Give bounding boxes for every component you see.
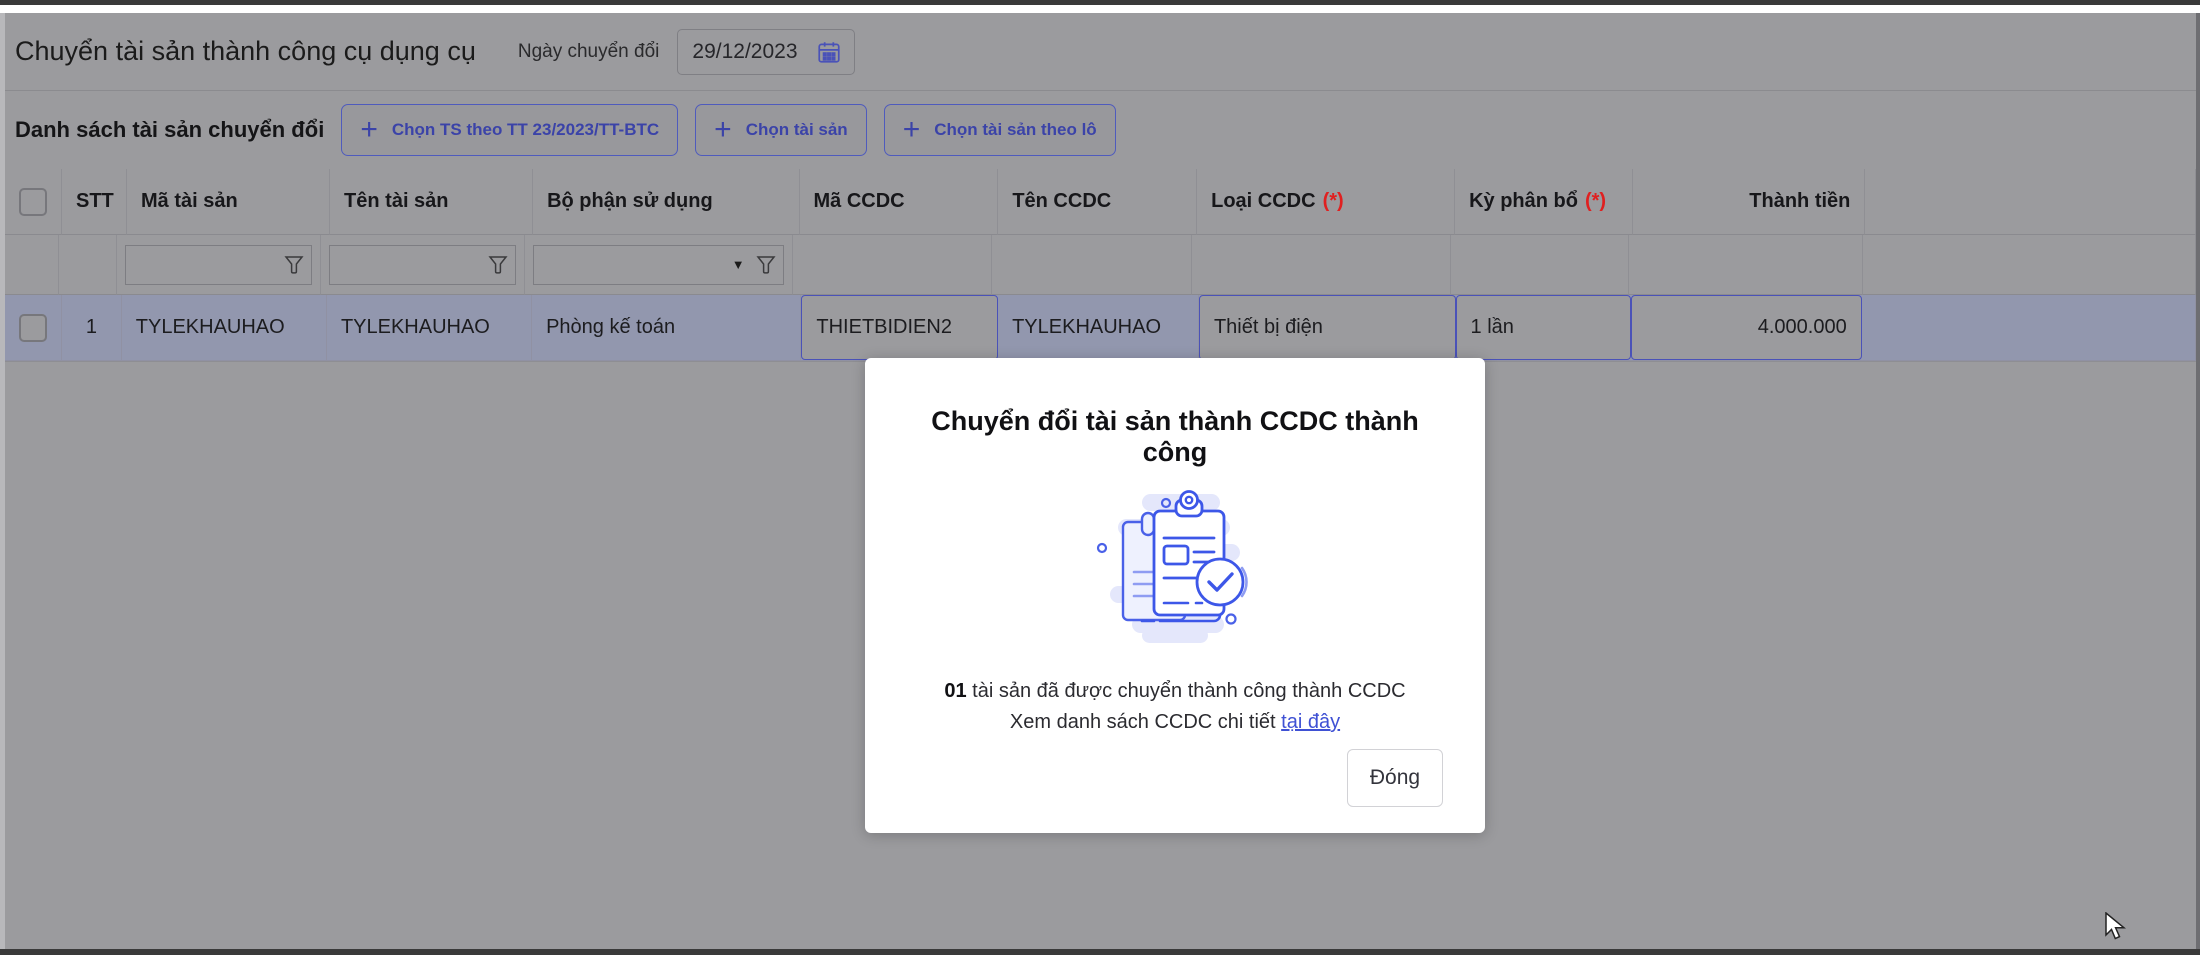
row-checkbox[interactable] [19,314,47,342]
funnel-icon[interactable] [755,253,777,277]
view-ccdc-list-link[interactable]: tại đây [1281,711,1340,733]
cell-loai-ccdc[interactable]: Thiết bị điện [1199,295,1456,361]
table-header-ma-tai-san[interactable]: Mã tài sản [127,169,330,235]
filter-cell-ten-ccdc [992,235,1192,295]
dialog-message: 01 tài sản đã được chuyển thành công thà… [907,676,1443,738]
window-white-strip [0,5,2200,13]
table-header-stt: STT [62,169,127,235]
ten-tai-san-filter-input[interactable] [329,245,516,285]
mouse-pointer-icon [2104,912,2126,942]
ma-tai-san-filter-input[interactable] [125,245,312,285]
window-right-edge [2196,13,2200,949]
table-header-ma-ccdc[interactable]: Mã CCDC [800,169,999,235]
select-assets-tt23-button[interactable]: + Chọn TS theo TT 23/2023/TT-BTC [341,104,678,156]
calendar-icon[interactable] [816,39,842,65]
page-header: Chuyển tài sản thành công cụ dụng cụ Ngà… [5,13,2196,91]
page-title: Chuyển tài sản thành công cụ dụng cụ [15,36,476,67]
table-header-row: STT Mã tài sản Tên tài sản Bộ phận sử dụ… [5,169,2196,235]
filter-cell-stt [59,235,117,295]
table-header-ky-phan-bo-label: Kỳ phân bổ [1469,190,1578,213]
window-bottom-edge [0,949,2200,955]
dialog-message-line2: Xem danh sách CCDC chi tiết tại đây [907,707,1443,738]
ky-phan-bo-input[interactable]: 1 lần [1456,295,1631,360]
bo-phan-filter-select[interactable]: ▼ [533,245,784,285]
dialog-message-line1: 01 tài sản đã được chuyển thành công thà… [907,676,1443,707]
list-toolbar: Danh sách tài sản chuyển đổi + Chọn TS t… [5,91,2196,169]
dialog-title: Chuyển đổi tài sản thành CCDC thành công [907,406,1443,468]
plus-icon: + [714,115,732,145]
close-button[interactable]: Đóng [1347,749,1443,807]
table-header-ky-phan-bo[interactable]: Kỳ phân bổ (*) [1455,169,1633,235]
select-asset-button[interactable]: + Chọn tài sản [695,104,867,156]
filter-cell-ma-ccdc [793,235,993,295]
funnel-icon[interactable] [487,253,509,277]
plus-icon: + [360,115,378,145]
plus-icon: + [903,115,921,145]
filter-cell-ky-phan-bo [1451,235,1629,295]
filter-cell-ma-tai-san [117,235,321,295]
cell-ma-ccdc[interactable]: THIETBIDIEN2 [801,295,998,361]
table-header-thanh-tien[interactable]: Thành tiền [1633,169,1866,235]
cell-ma-tai-san: TYLEKHAUHAO [122,295,327,361]
ma-ccdc-input[interactable]: THIETBIDIEN2 [801,295,998,360]
dialog-message-line2-prefix: Xem danh sách CCDC chi tiết [1010,711,1281,733]
table-filter-row: ▼ [5,235,2196,295]
thanh-tien-input[interactable]: 4.000.000 [1631,295,1862,360]
filter-cell-blank [5,235,59,295]
conversion-date-input[interactable]: 29/12/2023 [677,29,855,75]
table-header-loai-ccdc[interactable]: Loại CCDC (*) [1197,169,1455,235]
table-header-ten-tai-san[interactable]: Tên tài sản [330,169,533,235]
select-all-checkbox[interactable] [19,188,47,216]
cell-stt: 1 [62,295,122,361]
select-asset-batch-button[interactable]: + Chọn tài sản theo lô [884,104,1116,156]
cell-ten-ccdc: TYLEKHAUHAO [998,295,1199,361]
filter-cell-thanh-tien [1629,235,1863,295]
select-assets-tt23-label: Chọn TS theo TT 23/2023/TT-BTC [392,120,659,140]
success-dialog: Chuyển đổi tài sản thành CCDC thành công [865,358,1485,833]
caret-down-icon[interactable]: ▼ [732,257,745,272]
filter-cell-loai-ccdc [1192,235,1451,295]
required-marker: (*) [1323,190,1344,213]
table-header-select-all [5,169,62,235]
cell-ten-tai-san: TYLEKHAUHAO [327,295,532,361]
dialog-actions: Đóng [907,749,1443,807]
table-header-loai-ccdc-label: Loại CCDC [1211,190,1315,213]
table-row[interactable]: 1 TYLEKHAUHAO TYLEKHAUHAO Phòng kế toán … [5,295,2196,361]
table-header-extra [1865,169,2196,235]
funnel-icon[interactable] [283,253,305,277]
filter-cell-ten-tai-san [321,235,525,295]
table-header-ten-ccdc[interactable]: Tên CCDC [998,169,1197,235]
table-header-bo-phan-su-dung[interactable]: Bộ phận sử dụng [533,169,799,235]
converted-count: 01 [944,680,966,702]
cell-thanh-tien[interactable]: 4.000.000 [1631,295,1862,361]
cell-bo-phan-su-dung: Phòng kế toán [532,295,801,361]
conversion-date-value: 29/12/2023 [692,40,797,64]
select-asset-label: Chọn tài sản [746,120,848,140]
required-marker: (*) [1585,190,1606,213]
select-asset-batch-label: Chọn tài sản theo lô [934,120,1096,140]
app-window: Chuyển tài sản thành công cụ dụng cụ Ngà… [0,0,2200,955]
filter-cell-bo-phan-su-dung: ▼ [525,235,793,295]
list-title: Danh sách tài sản chuyển đổi [15,117,324,143]
cell-extra [1862,295,2196,361]
loai-ccdc-input[interactable]: Thiết bị điện [1199,295,1456,360]
dialog-message-line1-rest: tài sản đã được chuyển thành công thành … [967,680,1406,702]
filter-cell-extra [1863,235,2196,295]
clipboard-check-illustration [907,486,1443,656]
cell-ky-phan-bo[interactable]: 1 lần [1456,295,1631,361]
page-body: Chuyển tài sản thành công cụ dụng cụ Ngà… [5,13,2196,949]
row-select-cell [5,295,62,361]
asset-conversion-table: STT Mã tài sản Tên tài sản Bộ phận sử dụ… [5,169,2196,361]
conversion-date-label: Ngày chuyển đổi [518,41,660,63]
